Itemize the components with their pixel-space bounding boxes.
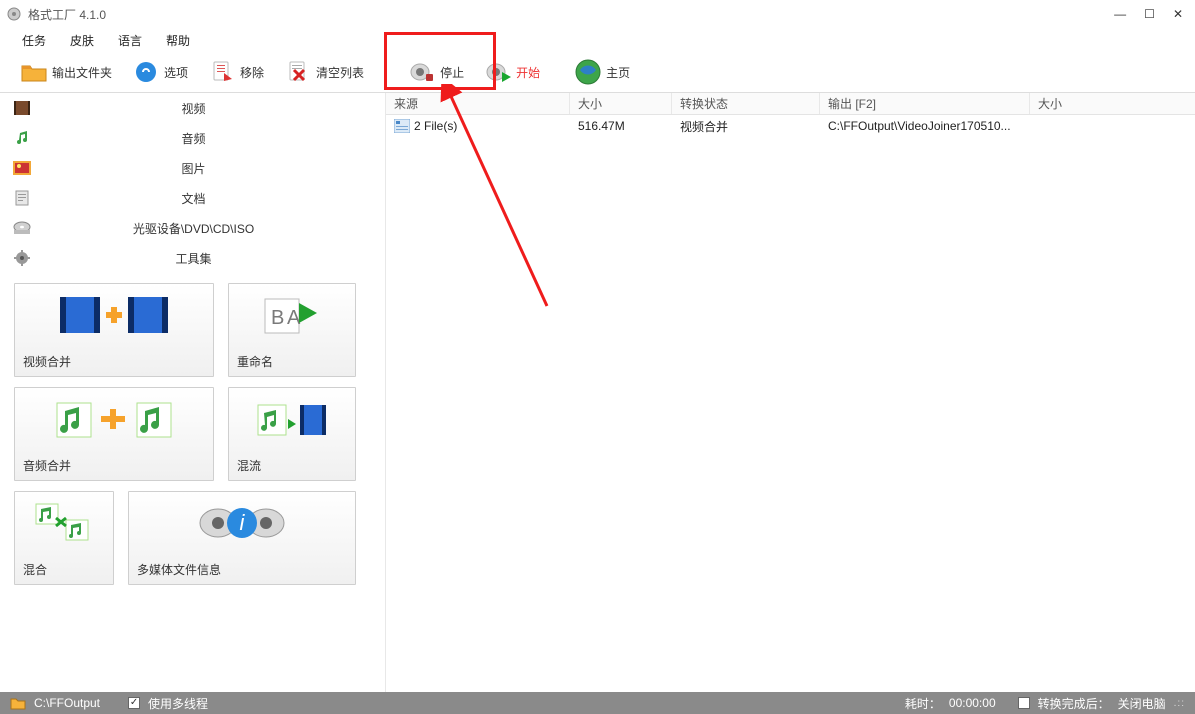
multithread-label: 使用多线程 [148,695,208,712]
tile-rename-label: 重命名 [237,353,273,370]
app-icon [6,6,22,22]
stop-button[interactable]: 停止 [402,57,470,87]
multithread-checkbox[interactable] [128,697,140,709]
cell-source-text: 2 File(s) [414,119,457,133]
col-header-output[interactable]: 输出 [F2] [820,93,1030,114]
remove-button[interactable]: 移除 [202,57,270,87]
category-drive-label: 光驱设备\DVD\CD\ISO [42,220,385,237]
col-header-state[interactable]: 转换状态 [672,93,820,114]
title-bar: 格式工厂 4.1.0 — ☐ ✕ [0,0,1195,28]
media-info-icon: i [129,492,355,554]
options-icon [132,59,160,85]
toolbar: 输出文件夹 选项 移除 清空列表 停止 开始 主页 [0,52,1195,92]
left-panel: 视频 音频 图片 文档 光驱设备\DVD\CD\ISO 工具集 [0,93,386,692]
after-label: 转换完成后： [1038,695,1110,712]
col-header-source[interactable]: 来源 [386,93,570,114]
tile-mix-label: 混合 [23,561,47,578]
start-button[interactable]: 开始 [478,57,546,87]
picture-icon [12,159,32,177]
table-row[interactable]: 2 File(s) 516.47M 视频合并 C:\FFOutput\Video… [386,115,1195,137]
document-icon [12,189,32,207]
clear-icon [284,59,312,85]
home-label: 主页 [606,64,630,81]
gear-icon [12,249,32,267]
remove-label: 移除 [240,64,264,81]
category-drive[interactable]: 光驱设备\DVD\CD\ISO [0,213,385,243]
output-folder-label: 输出文件夹 [52,64,112,81]
remove-icon [208,59,236,85]
stop-icon [408,59,436,85]
svg-text:A: A [287,307,301,329]
tile-media-info[interactable]: i 多媒体文件信息 [128,491,356,585]
category-audio[interactable]: 音频 [0,123,385,153]
minimize-button[interactable]: — [1114,8,1126,20]
col-header-size2[interactable]: 大小 [1030,93,1195,114]
mux-icon [229,388,355,450]
category-document[interactable]: 文档 [0,183,385,213]
start-icon [484,59,512,85]
col-header-size[interactable]: 大小 [570,93,672,114]
table-header: 来源 大小 转换状态 输出 [F2] 大小 [386,93,1195,115]
category-audio-label: 音频 [42,130,385,147]
maximize-button[interactable]: ☐ [1144,8,1155,20]
stop-label: 停止 [440,64,464,81]
cell-source: 2 File(s) [386,119,570,133]
tile-video-join-label: 视频合并 [23,353,71,370]
options-label: 选项 [164,64,188,81]
right-panel: 来源 大小 转换状态 输出 [F2] 大小 2 File(s) 516.47M … [386,93,1195,692]
menu-task[interactable]: 任务 [12,30,56,51]
status-bar: C:\FFOutput 使用多线程 耗时： 00:00:00 转换完成后： 关闭… [0,692,1195,714]
output-folder-button[interactable]: 输出文件夹 [14,57,118,87]
category-video-label: 视频 [42,100,385,117]
home-icon [574,59,602,85]
elapsed-label: 耗时： [905,695,941,712]
after-conversion-checkbox[interactable] [1018,697,1030,709]
resize-grip[interactable]: .:: [1174,698,1185,709]
tile-mux[interactable]: 混流 [228,387,356,481]
tile-mux-label: 混流 [237,457,261,474]
window-title: 格式工厂 4.1.0 [28,6,106,23]
tile-media-info-label: 多媒体文件信息 [137,561,221,578]
clear-label: 清空列表 [316,64,364,81]
rename-icon: B A [229,284,355,346]
main-area: 视频 音频 图片 文档 光驱设备\DVD\CD\ISO 工具集 [0,92,1195,692]
category-picture-label: 图片 [42,160,385,177]
category-toolkit-label: 工具集 [42,250,385,267]
tile-video-join[interactable]: 视频合并 [14,283,214,377]
tile-mix[interactable]: 混合 [14,491,114,585]
audio-join-icon [15,388,213,450]
folder-icon [20,59,48,85]
close-button[interactable]: ✕ [1173,8,1183,20]
window-controls: — ☐ ✕ [1114,8,1189,20]
options-button[interactable]: 选项 [126,57,194,87]
category-video[interactable]: 视频 [0,93,385,123]
category-picture[interactable]: 图片 [0,153,385,183]
cell-output: C:\FFOutput\VideoJoiner170510... [820,119,1030,133]
cell-size: 516.47M [570,119,672,133]
category-toolkit[interactable]: 工具集 [0,243,385,273]
cell-state: 视频合并 [672,118,820,135]
after-action: 关闭电脑 [1118,695,1166,712]
svg-text:B: B [271,307,284,329]
tile-audio-join[interactable]: 音频合并 [14,387,214,481]
video-join-icon [15,284,213,346]
menu-bar: 任务 皮肤 语言 帮助 [0,28,1195,52]
status-path[interactable]: C:\FFOutput [34,696,100,710]
tile-rename[interactable]: B A 重命名 [228,283,356,377]
menu-lang[interactable]: 语言 [108,30,152,51]
film-icon [12,99,32,117]
music-icon [12,129,32,147]
menu-help[interactable]: 帮助 [156,30,200,51]
clear-list-button[interactable]: 清空列表 [278,57,370,87]
elapsed-value: 00:00:00 [949,696,996,710]
mix-icon [15,492,113,554]
category-document-label: 文档 [42,190,385,207]
start-label: 开始 [516,64,540,81]
tool-tiles: 视频合并 B A 重命名 [0,273,385,595]
menu-skin[interactable]: 皮肤 [60,30,104,51]
disc-icon [12,219,32,237]
folder-small-icon [10,696,26,710]
home-button[interactable]: 主页 [568,57,636,87]
tile-audio-join-label: 音频合并 [23,457,71,474]
